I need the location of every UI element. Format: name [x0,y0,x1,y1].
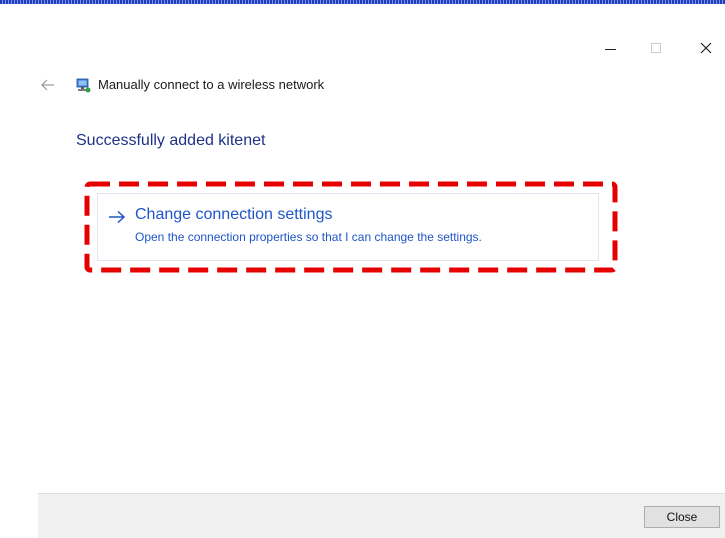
dialog-footer [38,493,725,538]
wireless-network-icon [76,78,91,93]
minimize-icon [604,48,616,50]
maximize-icon [651,43,661,53]
minimize-button[interactable] [587,34,633,62]
close-window-button[interactable] [683,34,725,62]
option-description: Open the connection properties so that I… [135,230,482,244]
change-connection-settings-option[interactable]: Change connection settings Open the conn… [97,193,599,261]
back-arrow-icon[interactable] [40,77,56,93]
right-arrow-icon [109,210,126,224]
close-icon [700,42,712,54]
window-top-border [0,0,725,4]
option-title: Change connection settings [135,206,333,223]
maximize-button[interactable] [633,34,679,62]
close-button[interactable]: Close [644,506,720,528]
dialog-window: Manually connect to a wireless network S… [0,0,725,538]
success-heading: Successfully added kitenet [76,132,266,149]
dialog-title: Manually connect to a wireless network [98,77,325,92]
